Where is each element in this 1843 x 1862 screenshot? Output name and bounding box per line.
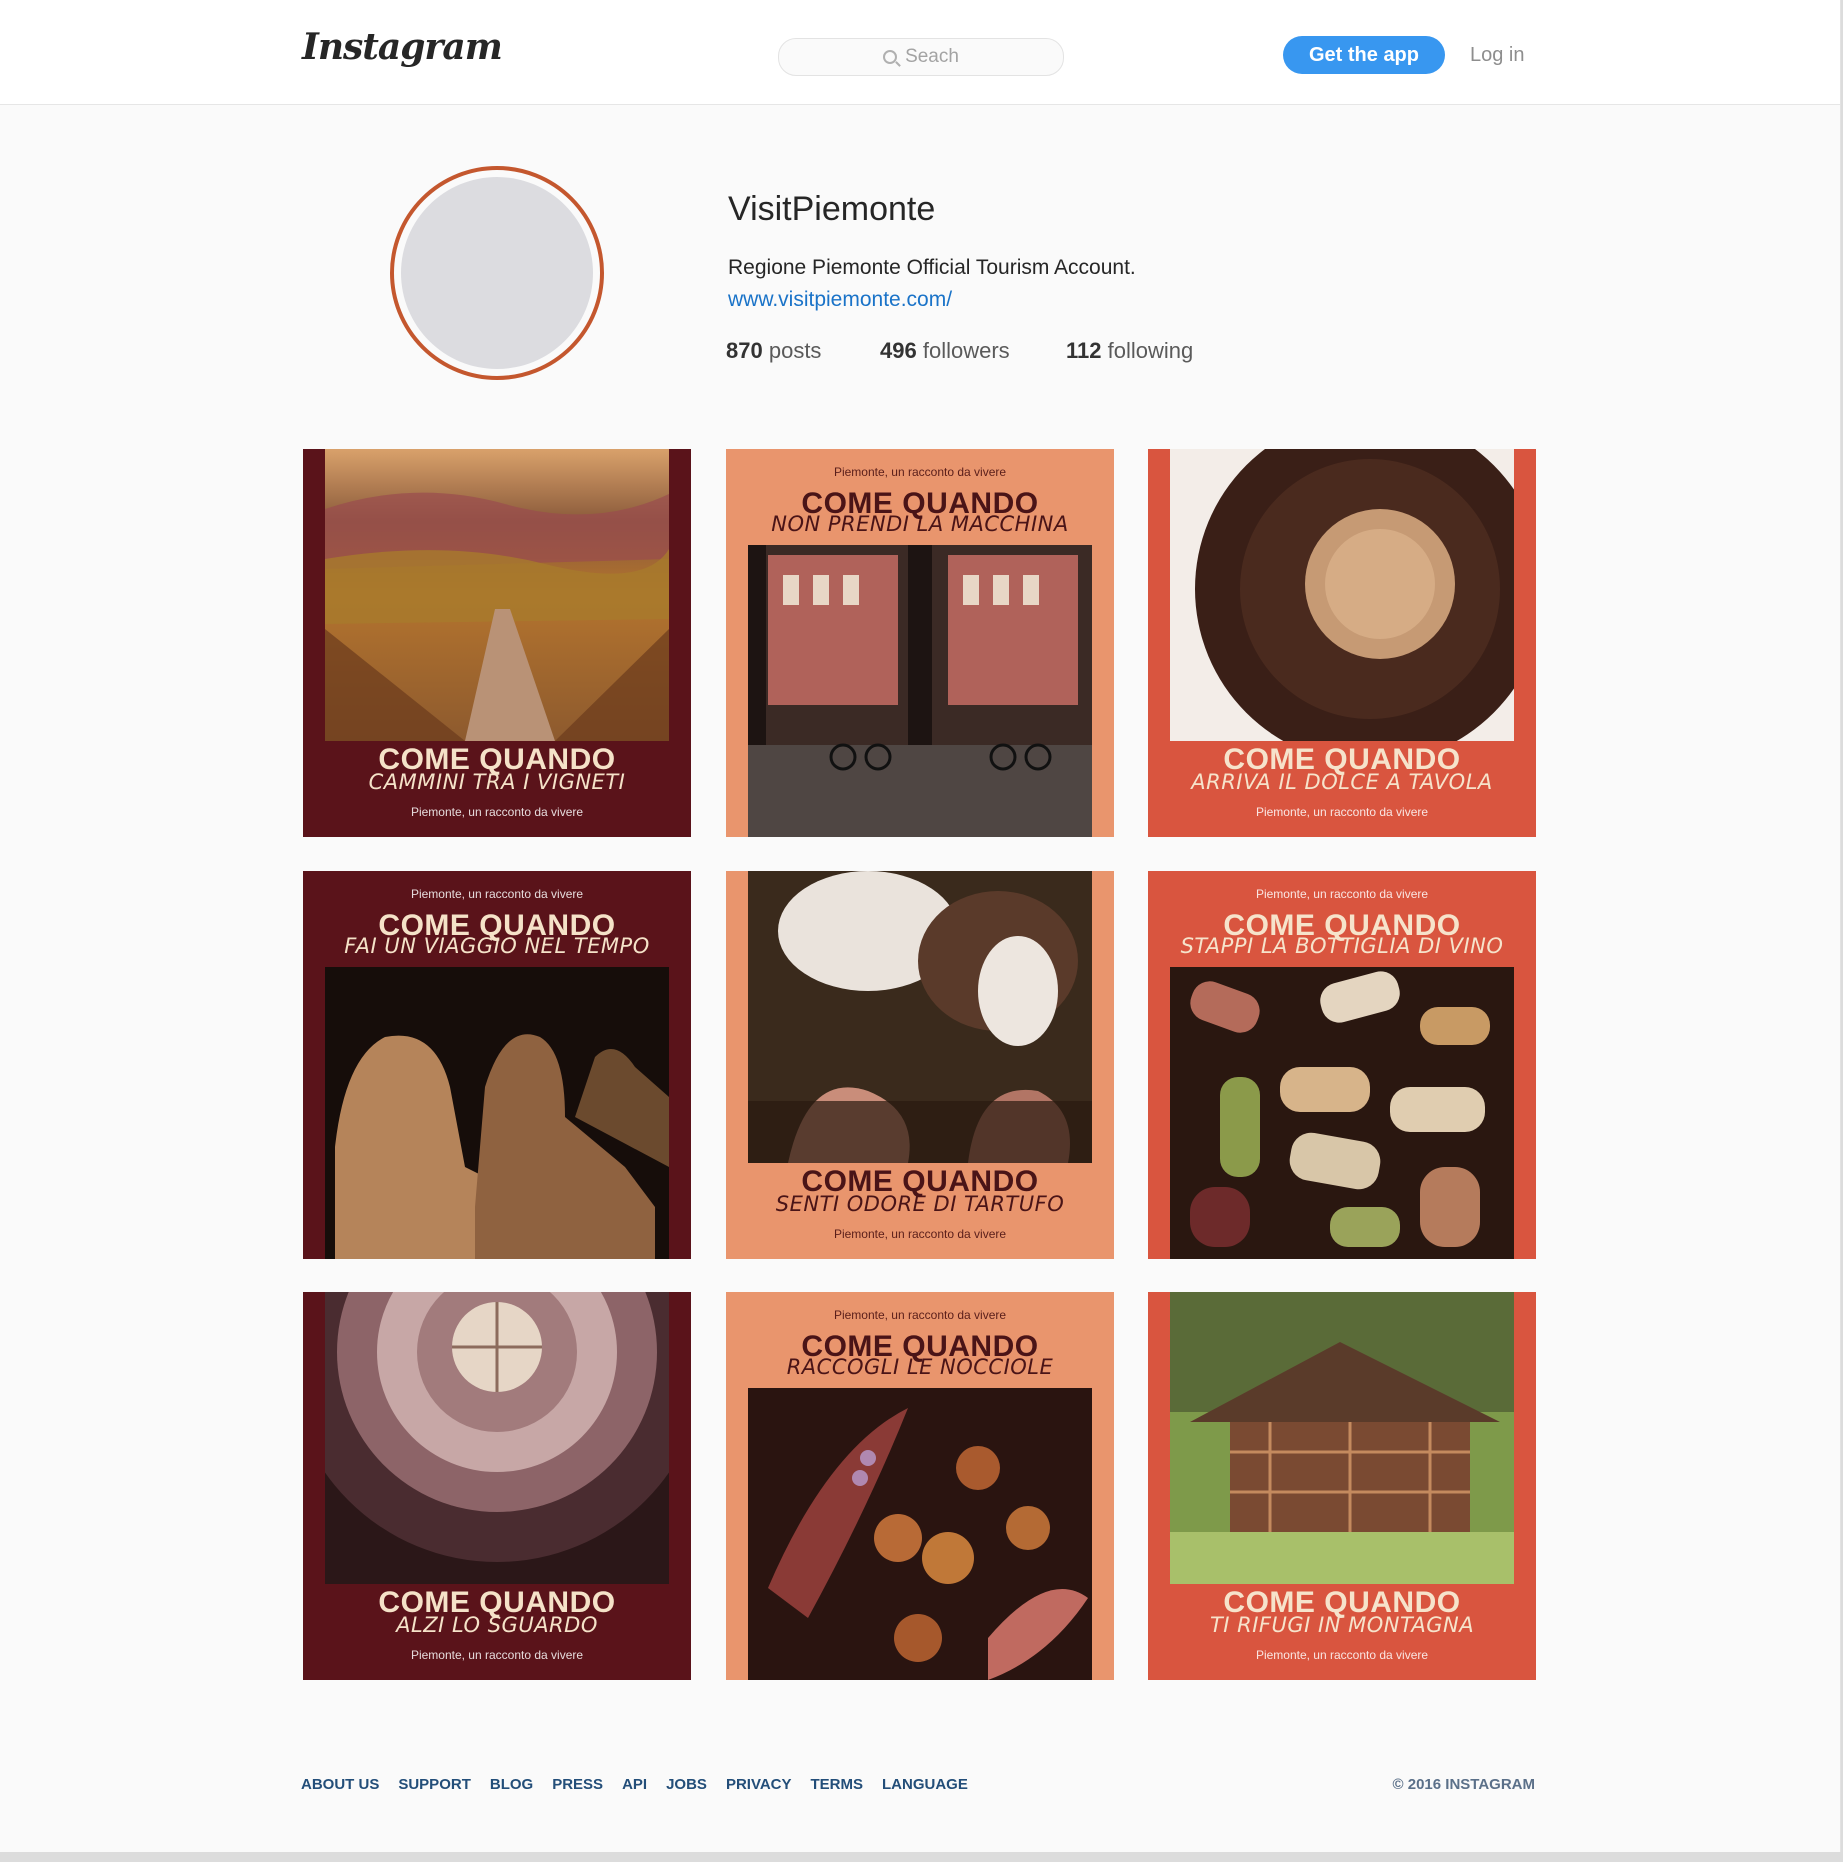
post-tagline: Piemonte, un racconto da vivere [833, 465, 1007, 479]
post-photo [1170, 1292, 1514, 1584]
post-subheading: CAMMINI TRA I VIGNETI [368, 770, 626, 794]
footer-link-support[interactable]: SUPPORT [398, 1776, 471, 1793]
post-subheading: TI RIFUGI IN MONTAGNA [1209, 1613, 1475, 1637]
following-count: 112 [1066, 338, 1102, 363]
post-tagline: Piemonte, un racconto da vivere [1255, 1648, 1429, 1662]
post-photo [748, 871, 1092, 1163]
post-subheading: NON PRENDI LA MACCHINA [771, 512, 1069, 536]
avatar-image [401, 177, 593, 369]
posts-label: posts [768, 338, 822, 363]
post-tile[interactable]: Piemonte, un racconto da vivere COME QUA… [303, 871, 691, 1259]
search-icon [883, 50, 898, 64]
post-subheading: ARRIVA IL DOLCE A TAVOLA [1191, 770, 1493, 794]
post-subheading: STAPPI LA BOTTIGLIA DI VINO [1180, 934, 1504, 958]
footer-link-privacy[interactable]: PRIVACY [726, 1776, 792, 1793]
post-tile[interactable]: COME QUANDO SENTI ODORE DI TARTUFO Piemo… [726, 871, 1114, 1259]
footer-link-api[interactable]: API [622, 1776, 647, 1793]
post-photo [325, 967, 669, 1259]
post-tagline: Piemonte, un racconto da vivere [410, 805, 584, 819]
followers-count: 496 [880, 338, 917, 363]
profile-bio: Regione Piemonte Official Tourism Accoun… [728, 256, 1136, 279]
post-photo [325, 449, 669, 741]
top-nav-bar: Instagram Seach Get the app Log in [0, 0, 1840, 105]
footer-link-language[interactable]: LANGUAGE [882, 1776, 968, 1793]
profile-avatar[interactable] [390, 166, 604, 380]
footer-link-press[interactable]: PRESS [552, 1776, 603, 1793]
post-subheading: RACCOGLI LE NOCCIOLE [786, 1355, 1054, 1379]
post-tile[interactable]: Piemonte, un racconto da vivere COME QUA… [726, 449, 1114, 837]
post-subheading: FAI UN VIAGGIO NEL TEMPO [344, 934, 650, 958]
post-tile[interactable]: Piemonte, un racconto da vivere COME QUA… [1148, 871, 1536, 1259]
get-the-app-button[interactable]: Get the app [1283, 36, 1445, 74]
post-tile[interactable]: COME QUANDO CAMMINI TRA I VIGNETI Piemon… [303, 449, 691, 837]
posts-count: 870 [726, 338, 763, 363]
footer-link-about-us[interactable]: ABOUT US [301, 1776, 379, 1793]
post-subheading: SENTI ODORE DI TARTUFO [775, 1192, 1065, 1216]
post-tile[interactable]: COME QUANDO ARRIVA IL DOLCE A TAVOLA Pie… [1148, 449, 1536, 837]
post-tagline: Piemonte, un racconto da vivere [410, 1648, 584, 1662]
login-link[interactable]: Log in [1470, 44, 1525, 67]
copyright: © 2016 INSTAGRAM [1392, 1776, 1535, 1793]
post-tagline: Piemonte, un racconto da vivere [1255, 805, 1429, 819]
post-photo [1170, 449, 1514, 741]
page: Instagram Seach Get the app Log in Visit… [0, 0, 1841, 1852]
post-subheading: ALZI LO SGUARDO [396, 1613, 598, 1637]
posts-stat: 870 posts [726, 338, 821, 364]
instagram-logo[interactable]: Instagram [302, 26, 503, 68]
post-photo [1170, 967, 1514, 1259]
followers-stat[interactable]: 496 followers [880, 338, 1010, 364]
post-tagline: Piemonte, un racconto da vivere [410, 887, 584, 901]
profile-website-link[interactable]: www.visitpiemonte.com/ [728, 288, 952, 312]
footer-link-jobs[interactable]: JOBS [666, 1776, 707, 1793]
footer-link-terms[interactable]: TERMS [811, 1776, 864, 1793]
following-label: following [1107, 338, 1194, 363]
post-photo [748, 545, 1092, 837]
post-tile[interactable]: COME QUANDO ALZI LO SGUARDO Piemonte, un… [303, 1292, 691, 1680]
post-tagline: Piemonte, un racconto da vivere [833, 1308, 1007, 1322]
post-tagline: Piemonte, un racconto da vivere [1255, 887, 1429, 901]
search-box[interactable]: Seach [778, 38, 1064, 76]
following-stat[interactable]: 112 following [1066, 338, 1193, 364]
post-tagline: Piemonte, un racconto da vivere [833, 1227, 1007, 1241]
post-photo [748, 1388, 1092, 1680]
post-tile[interactable]: Piemonte, un racconto da vivere COME QUA… [726, 1292, 1114, 1680]
post-photo [325, 1292, 669, 1584]
profile-username: VisitPiemonte [728, 190, 936, 228]
followers-label: followers [922, 338, 1010, 363]
footer-link-blog[interactable]: BLOG [490, 1776, 533, 1793]
search-placeholder: Seach [905, 46, 959, 67]
post-tile[interactable]: COME QUANDO TI RIFUGI IN MONTAGNA Piemon… [1148, 1292, 1536, 1680]
footer-links: ABOUT US SUPPORT BLOG PRESS API JOBS PRI… [301, 1776, 968, 1793]
